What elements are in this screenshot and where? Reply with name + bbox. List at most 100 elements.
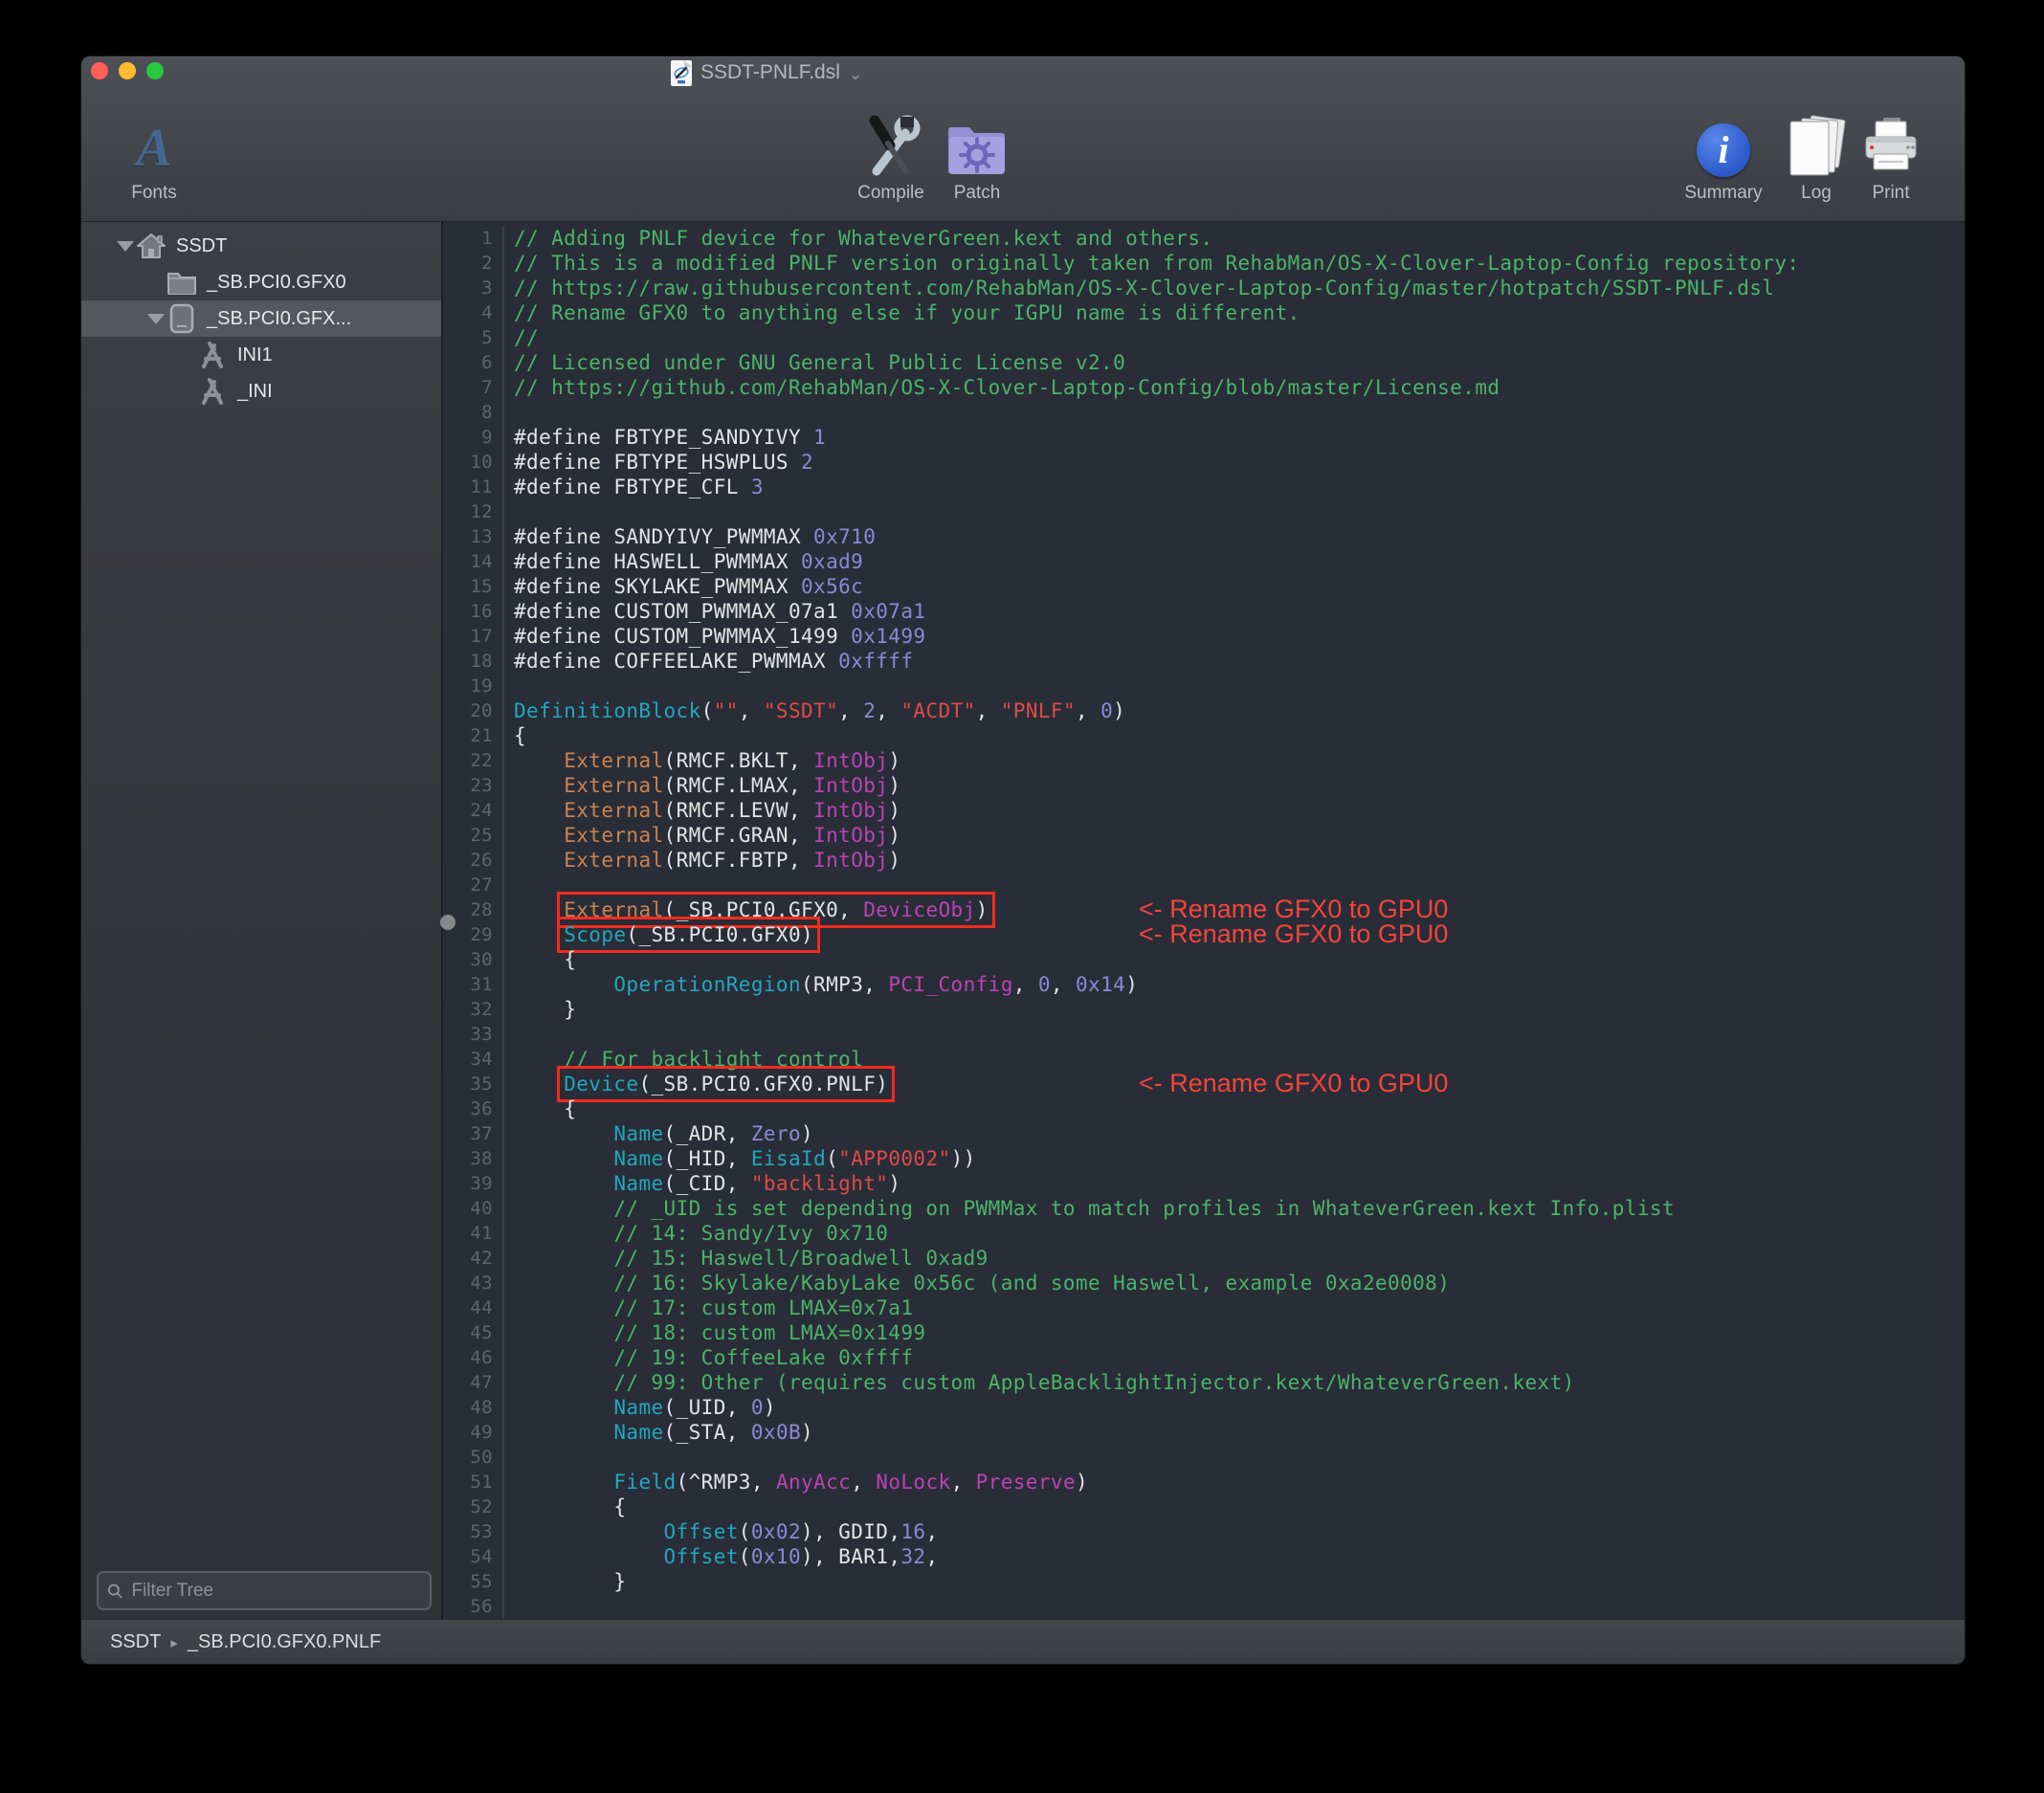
code-text: #define FBTYPE_SANDYIVY 1 — [504, 425, 826, 450]
line-number: 50 — [443, 1445, 504, 1470]
line-number: 23 — [443, 773, 504, 798]
line-number: 15 — [443, 574, 504, 599]
patch-folder-gear-icon — [948, 112, 1006, 177]
line-number: 25 — [443, 823, 504, 848]
code-text: #define SANDYIVY_PWMMAX 0x710 — [504, 524, 876, 549]
main-content: SSDT_SB.PCI0.GFX0 _SB.PCI0.GFX... INI1_INI… — [81, 222, 1965, 1619]
code-line: 13#define SANDYIVY_PWMMAX 0x710 — [443, 524, 1965, 549]
code-line: 25 External(RMCF.GRAN, IntObj) — [443, 823, 1965, 848]
code-text: // _UID is set depending on PWMMax to ma… — [504, 1196, 1675, 1221]
code-text: // For backlight control — [504, 1047, 863, 1072]
sidebar-item-ini1[interactable]: INI1 — [81, 337, 441, 373]
code-line: 48 Name(_UID, 0) — [443, 1395, 1965, 1420]
code-line: 20DefinitionBlock("", "SSDT", 2, "ACDT",… — [443, 698, 1965, 723]
code-text: Name(_UID, 0) — [504, 1395, 776, 1420]
info-icon: i — [1697, 112, 1750, 177]
disclosure-triangle-icon[interactable] — [146, 314, 166, 324]
code-line: 7// https://github.com/RehabMan/OS-X-Clo… — [443, 375, 1965, 400]
code-text: External(RMCF.LEVW, IntObj) — [504, 798, 900, 823]
code-text: External(RMCF.FBTP, IntObj) — [504, 848, 900, 873]
code-text — [504, 873, 514, 897]
line-number: 26 — [443, 848, 504, 873]
code-text: #define SKYLAKE_PWMMAX 0x56c — [504, 574, 863, 599]
code-line: 54 Offset(0x10), BAR1,32, — [443, 1544, 1965, 1569]
line-number: 1 — [443, 226, 504, 251]
line-number: 5 — [443, 325, 504, 350]
sidebar-item-sb-pci0-gfx[interactable]: _SB.PCI0.GFX... — [81, 300, 441, 337]
line-number: 39 — [443, 1171, 504, 1196]
line-number: 38 — [443, 1146, 504, 1171]
code-text: // 18: custom LMAX=0x1499 — [504, 1320, 925, 1345]
close-button[interactable] — [91, 62, 108, 79]
line-number: 20 — [443, 698, 504, 723]
line-number: 13 — [443, 524, 504, 549]
zoom-button[interactable] — [146, 62, 164, 79]
line-number: 33 — [443, 1022, 504, 1047]
code-line: 19 — [443, 674, 1965, 698]
code-line: 36 { — [443, 1096, 1965, 1121]
code-text — [504, 1022, 514, 1047]
window-header: SSDT-PNLF.dsl ⌄ A Fonts — [81, 56, 1965, 222]
line-number: 21 — [443, 723, 504, 748]
line-number: 47 — [443, 1370, 504, 1395]
toolbar: A Fonts Compile — [81, 89, 1965, 221]
code-text: // 16: Skylake/KabyLake 0x56c (and some … — [504, 1271, 1450, 1295]
code-text: } — [504, 1569, 626, 1594]
code-line: 37 Name(_ADR, Zero) — [443, 1121, 1965, 1146]
code-line: 8 — [443, 400, 1965, 425]
code-text: External(RMCF.GRAN, IntObj) — [504, 823, 900, 848]
desktop: SSDT-PNLF.dsl ⌄ A Fonts — [0, 0, 2044, 1793]
window-title-area[interactable]: SSDT-PNLF.dsl ⌄ — [671, 58, 862, 87]
code-text: Offset(0x02), GDID,16, — [504, 1519, 939, 1544]
filter-tree-field[interactable] — [97, 1571, 432, 1610]
line-number: 36 — [443, 1096, 504, 1121]
annotation-rename-gfx0: <- Rename GFX0 to GPU0 — [1139, 919, 1448, 949]
code-line: 38 Name(_HID, EisaId("APP0002")) — [443, 1146, 1965, 1171]
line-number: 30 — [443, 947, 504, 972]
code-line: 11#define FBTYPE_CFL 3 — [443, 475, 1965, 499]
sidebar-item-ini[interactable]: _INI — [81, 373, 441, 410]
device-icon — [166, 303, 198, 334]
annotation-rename-gfx0: <- Rename GFX0 to GPU0 — [1139, 1069, 1448, 1098]
code-line: 51 Field(^RMP3, AnyAcc, NoLock, Preserve… — [443, 1470, 1965, 1494]
line-number: 43 — [443, 1271, 504, 1295]
sidebar-item-sb-pci0-gfx0[interactable]: _SB.PCI0.GFX0 — [81, 264, 441, 300]
patch-button[interactable]: Patch — [915, 112, 1039, 204]
document-proxy-icon[interactable] — [671, 60, 692, 86]
filter-tree-input[interactable] — [129, 1580, 421, 1603]
home-icon — [135, 231, 167, 261]
code-line: 46 // 19: CoffeeLake 0xffff — [443, 1345, 1965, 1370]
code-text: Offset(0x10), BAR1,32, — [504, 1544, 939, 1569]
chevron-down-icon[interactable]: ⌄ — [849, 65, 862, 84]
code-text: #define FBTYPE_HSWPLUS 2 — [504, 450, 813, 475]
code-text — [504, 1445, 514, 1470]
print-button[interactable]: Print — [1829, 112, 1953, 204]
line-number: 9 — [443, 425, 504, 450]
traffic-lights — [91, 62, 164, 79]
breadcrumb-node: _SB.PCI0.GFX0.PNLF — [188, 1631, 381, 1653]
line-number: 52 — [443, 1494, 504, 1519]
code-line: 3// https://raw.githubusercontent.com/Re… — [443, 276, 1965, 300]
code-line: 56 — [443, 1594, 1965, 1619]
code-text: Device(_SB.PCI0.GFX0.PNLF) — [504, 1072, 888, 1096]
line-number: 18 — [443, 649, 504, 674]
compile-tools-icon — [861, 112, 921, 177]
sidebar-item-label: _SB.PCI0.GFX... — [207, 308, 351, 330]
code-text: // This is a modified PNLF version origi… — [504, 251, 1799, 276]
line-number: 42 — [443, 1246, 504, 1271]
code-text: // — [504, 325, 539, 350]
line-number: 11 — [443, 475, 504, 499]
code-text: // https://github.com/RehabMan/OS-X-Clov… — [504, 375, 1500, 400]
line-number: 35 — [443, 1072, 504, 1096]
code-text: Scope(_SB.PCI0.GFX0) — [504, 922, 813, 947]
code-text: // 19: CoffeeLake 0xffff — [504, 1345, 913, 1370]
code-line: 23 External(RMCF.LMAX, IntObj) — [443, 773, 1965, 798]
fonts-button[interactable]: A Fonts — [92, 112, 216, 204]
line-number: 6 — [443, 350, 504, 375]
code-text: #define COFFEELAKE_PWMMAX 0xffff — [504, 649, 913, 674]
sidebar-item-ssdt[interactable]: SSDT — [81, 228, 441, 264]
printer-icon — [1860, 112, 1922, 177]
minimize-button[interactable] — [119, 62, 136, 79]
code-line: 32 } — [443, 997, 1965, 1022]
disclosure-triangle-icon[interactable] — [116, 241, 135, 252]
